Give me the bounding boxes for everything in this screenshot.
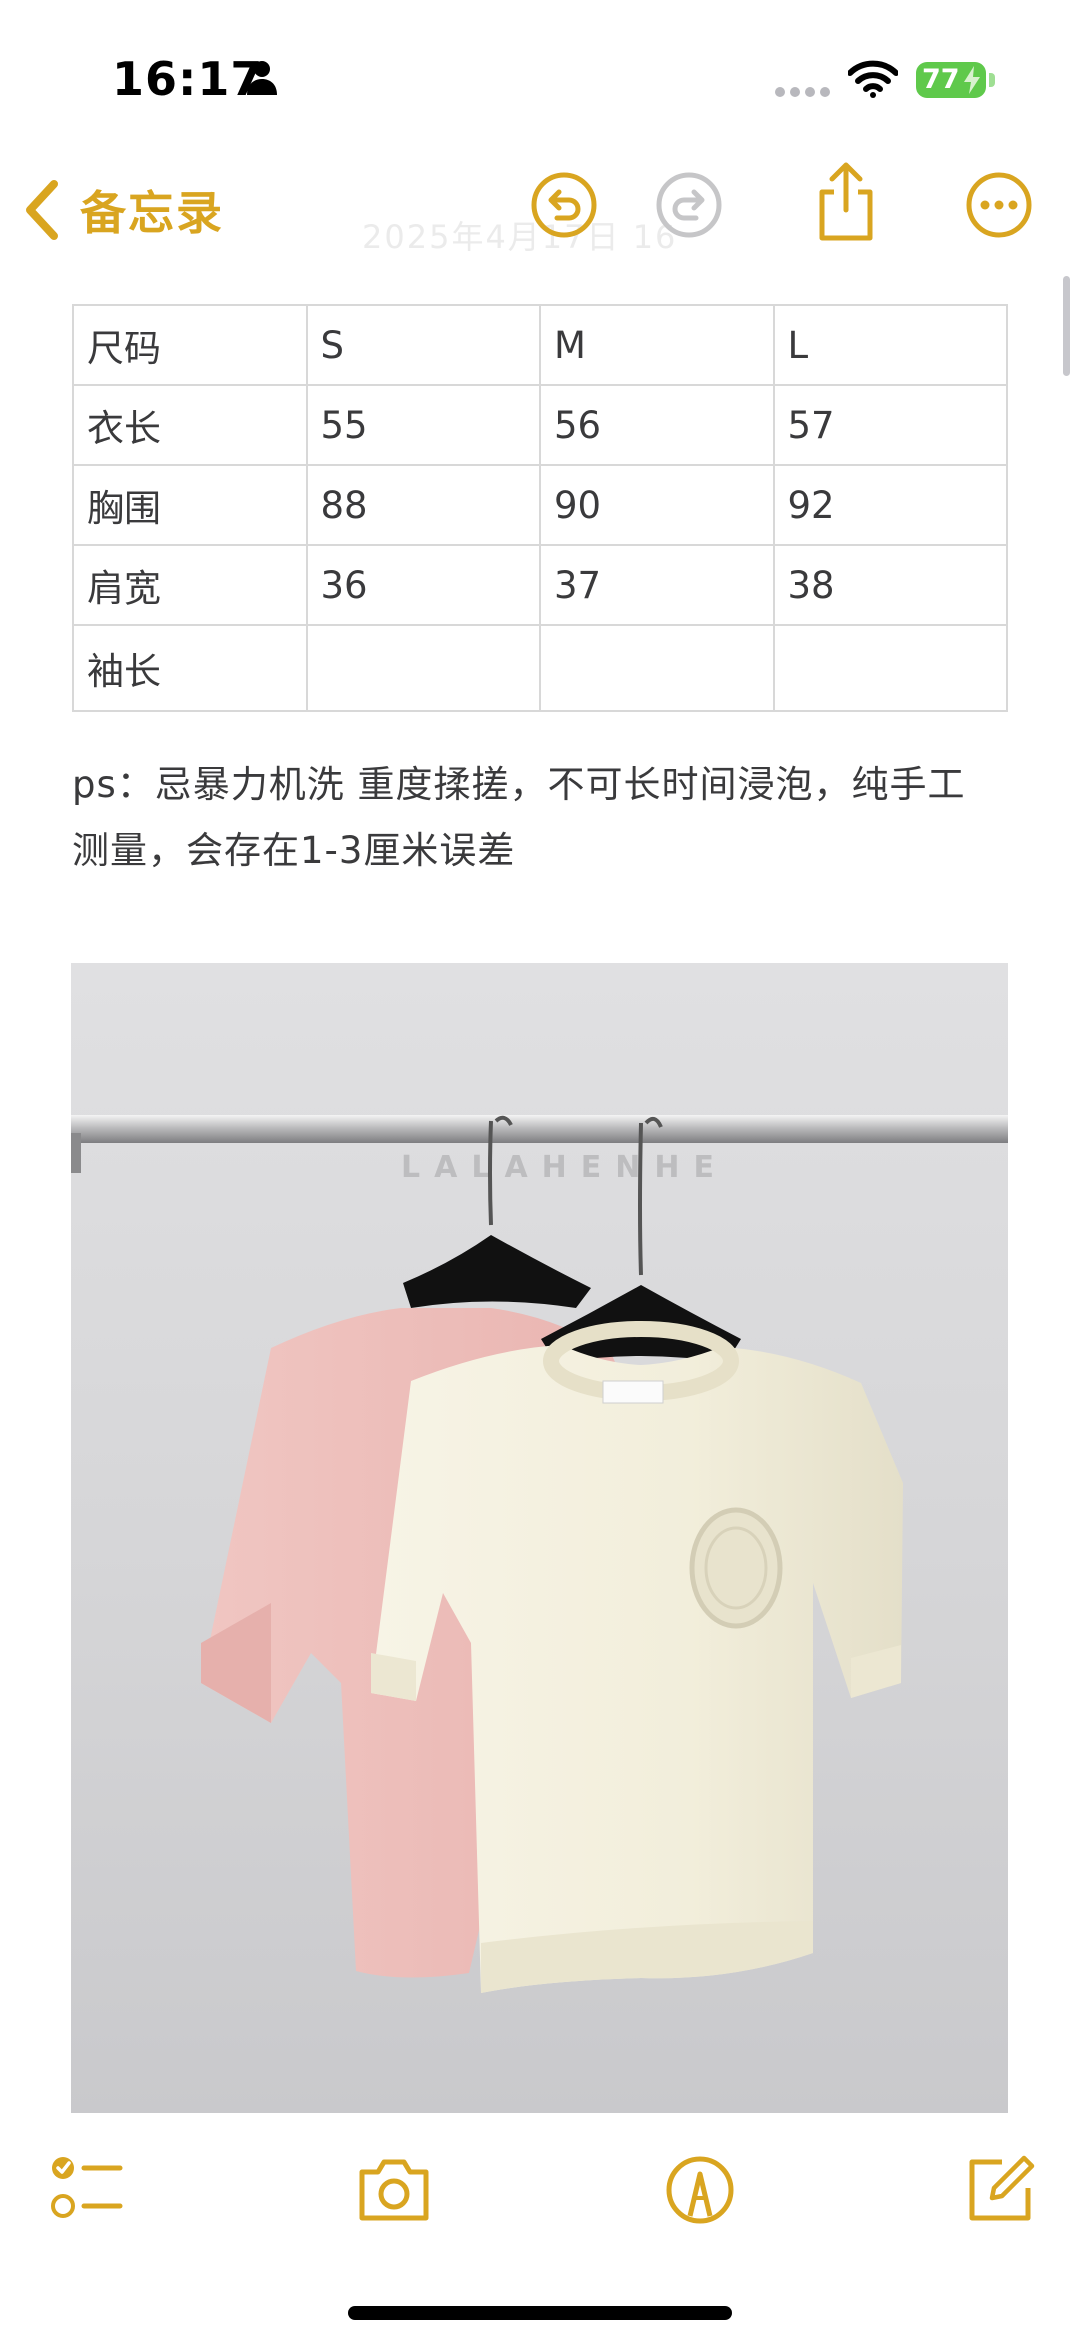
table-cell[interactable]: 袖长: [72, 624, 308, 712]
table-row: 尺码 S M L: [72, 304, 1008, 386]
wifi-icon: [848, 60, 898, 98]
note-line: 测量，会存在1-3厘米误差: [72, 829, 516, 872]
redo-icon[interactable]: [652, 168, 726, 242]
bolt-icon: [964, 66, 980, 94]
table-cell[interactable]: 36: [305, 544, 541, 626]
battery-tip: [989, 73, 995, 87]
table-row: 胸围 88 90 92: [72, 464, 1008, 546]
table-cell[interactable]: S: [305, 304, 541, 386]
table-cell[interactable]: 肩宽: [72, 544, 308, 626]
battery-level: 77: [922, 64, 960, 95]
scroll-indicator[interactable]: [1063, 276, 1070, 376]
person-icon: [247, 61, 277, 95]
camera-icon[interactable]: [356, 2152, 432, 2228]
markup-icon[interactable]: [662, 2152, 738, 2228]
compose-icon[interactable]: [962, 2152, 1038, 2228]
table-row: 袖长: [72, 624, 1008, 712]
battery-charging-icon: 77: [916, 62, 986, 98]
table-cell[interactable]: 57: [772, 384, 1008, 466]
table-cell[interactable]: 尺码: [72, 304, 308, 386]
undo-icon[interactable]: [527, 168, 601, 242]
note-date: 2025年4月17日 16: [362, 218, 678, 256]
share-icon[interactable]: [808, 160, 884, 244]
size-table: 尺码 S M L 衣长 55 56 57 胸围 88 90 92 肩宽 36 3…: [72, 304, 1008, 712]
table-cell[interactable]: 56: [539, 384, 775, 466]
cellular-dots-icon: [775, 87, 830, 97]
table-cell[interactable]: 88: [305, 464, 541, 546]
status-bar: 16:17 77: [0, 0, 1080, 150]
table-row: 衣长 55 56 57: [72, 384, 1008, 466]
table-cell[interactable]: 92: [772, 464, 1008, 546]
chevron-left-icon: [26, 180, 58, 240]
checklist-icon[interactable]: [48, 2152, 124, 2228]
table-cell[interactable]: L: [772, 304, 1008, 386]
table-cell[interactable]: 37: [539, 544, 775, 626]
table-cell[interactable]: [539, 624, 775, 712]
back-button[interactable]: 备忘录: [22, 170, 224, 250]
product-photo[interactable]: LALAHENHE: [71, 963, 1008, 2113]
table-cell[interactable]: 38: [772, 544, 1008, 626]
back-label: 备忘录: [80, 186, 224, 240]
note-text[interactable]: ps：忌暴力机洗 重度揉搓，不可长时间浸泡，纯手工 测量，会存在1-3厘米误差: [72, 752, 1012, 884]
more-icon[interactable]: [962, 168, 1036, 242]
table-cell[interactable]: 55: [305, 384, 541, 466]
table-cell[interactable]: M: [539, 304, 775, 386]
status-time: 16:17: [112, 52, 264, 106]
table-cell[interactable]: [305, 624, 541, 712]
table-cell[interactable]: 胸围: [72, 464, 308, 546]
home-indicator[interactable]: [348, 2306, 732, 2320]
product-photo-image: LALAHENHE: [71, 963, 1008, 2113]
table-row: 肩宽 36 37 38: [72, 544, 1008, 626]
note-line: ps：忌暴力机洗 重度揉搓，不可长时间浸泡，纯手工: [72, 763, 966, 806]
table-cell[interactable]: 衣长: [72, 384, 308, 466]
photo-watermark: LALAHENHE: [401, 1150, 728, 1185]
table-cell[interactable]: 90: [539, 464, 775, 546]
table-cell[interactable]: [772, 624, 1008, 712]
